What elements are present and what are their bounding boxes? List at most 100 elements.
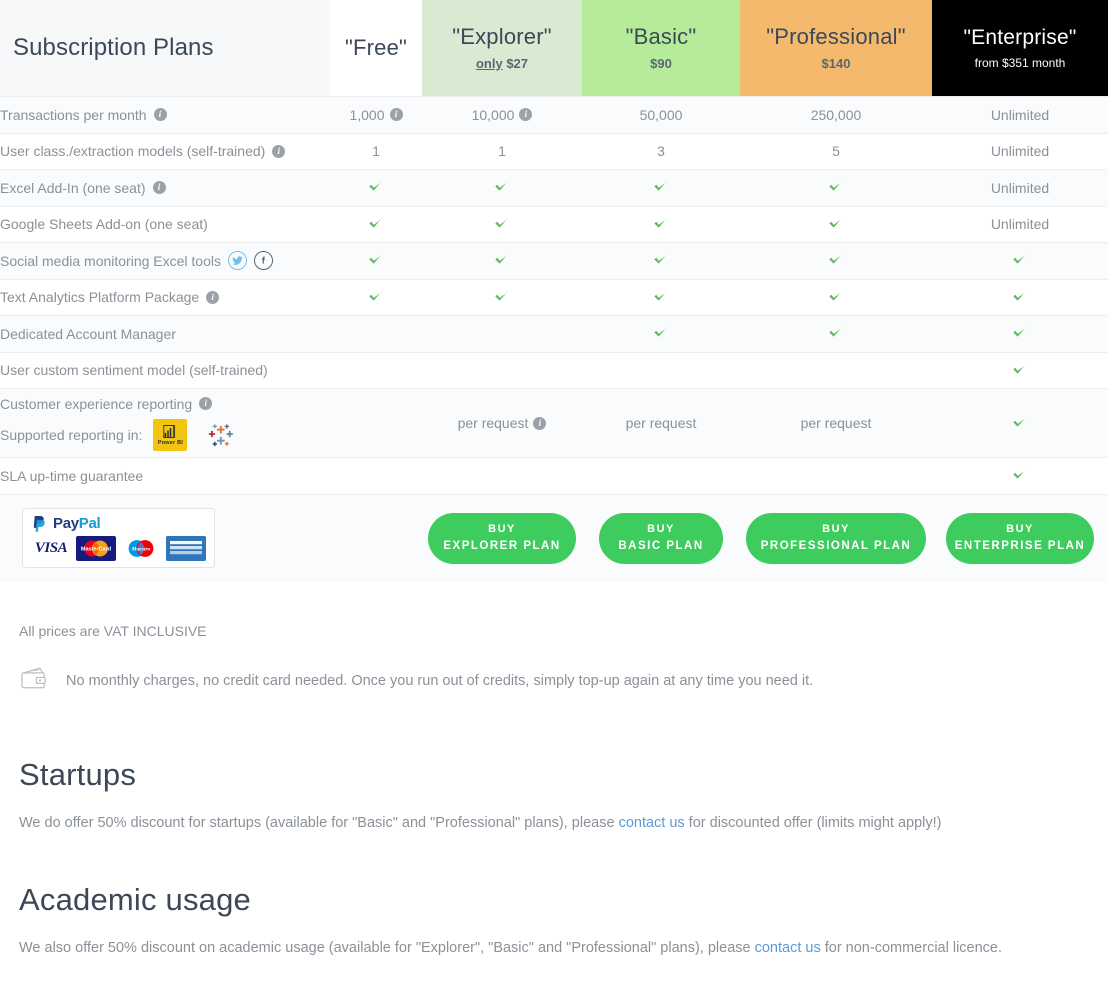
check-icon — [1011, 250, 1029, 268]
plan-price-enterprise: from $351 month — [974, 55, 1066, 70]
value-cell-explorer — [422, 242, 582, 279]
info-icon[interactable]: i — [533, 416, 547, 430]
pricing-page: Subscription Plans "Free" "Explorer" onl… — [0, 0, 1108, 986]
buy-cell-professional: BUY PROFESSIONAL PLAN — [740, 493, 932, 582]
paypal-label-pal: Pal — [78, 515, 101, 533]
plan-header-explorer: "Explorer" only $27 — [422, 0, 582, 97]
feature-label: Excel Add-In (one seat) — [0, 179, 146, 196]
table-row: Customer experience reporting i Supporte… — [0, 388, 1108, 458]
buy-enterprise-plan-button[interactable]: BUY ENTERPRISE PLAN — [946, 512, 1094, 564]
plan-name-professional: "Professional" — [766, 24, 906, 50]
table-title-cell: Subscription Plans — [0, 0, 330, 97]
buy-button-line2: EXPLORER PLAN — [443, 539, 561, 552]
feature-label: Customer experience reporting — [0, 395, 193, 412]
facebook-icon[interactable] — [254, 251, 273, 271]
amex-card-icon — [166, 536, 206, 562]
value-cell-professional: per request — [740, 388, 932, 458]
feature-label: Google Sheets Add-on (one seat) — [0, 216, 208, 233]
feature-label: Transactions per month — [0, 106, 147, 123]
check-icon — [652, 214, 670, 232]
buy-button-line1: BUY — [1006, 522, 1034, 535]
academic-contact-us-link[interactable]: contact us — [755, 940, 821, 956]
check-icon — [652, 250, 670, 268]
buy-button-line1: BUY — [822, 522, 850, 535]
value-cell-free — [330, 206, 422, 243]
subscription-plans-table: Subscription Plans "Free" "Explorer" onl… — [0, 0, 1108, 582]
info-icon[interactable]: i — [152, 181, 166, 195]
info-icon[interactable]: i — [206, 290, 220, 304]
maestro-card-icon: Maestro — [121, 536, 161, 562]
value-cell-basic — [582, 169, 740, 206]
value-cell-basic: per request — [582, 388, 740, 458]
visa-card-icon: VISA — [31, 536, 71, 562]
feature-cell: Dedicated Account Manager — [0, 315, 330, 352]
plan-header-basic: "Basic" $90 — [582, 0, 740, 97]
startups-contact-us-link[interactable]: contact us — [619, 815, 685, 831]
value-cell-professional — [740, 352, 932, 389]
value-cell-explorer — [422, 352, 582, 389]
table-body: Transactions per month i 1,000 i 10,000 … — [0, 96, 1108, 582]
value-cell-explorer — [422, 315, 582, 352]
feature-cell: User class./extraction models (self-trai… — [0, 133, 330, 170]
svg-text:MasterCard: MasterCard — [81, 547, 111, 553]
plan-header-professional: "Professional" $140 — [740, 0, 932, 97]
payment-methods: PayPal VISA MasterCard Maestro — [22, 508, 215, 569]
info-icon[interactable]: i — [389, 108, 403, 122]
value-cell-explorer: 10,000 i — [422, 96, 582, 133]
value-cell-free — [330, 388, 422, 458]
value-cell-explorer — [422, 279, 582, 316]
value-cell-free: 1,000 i — [330, 96, 422, 133]
mastercard-card-icon: MasterCard — [76, 536, 116, 562]
check-icon — [1011, 465, 1029, 483]
check-icon — [493, 250, 511, 268]
table-row: Google Sheets Add-on (one seat) Unlimite… — [0, 206, 1108, 243]
check-icon — [652, 287, 670, 305]
plan-price-explorer: only $27 — [476, 56, 528, 71]
value-cell-explorer — [422, 169, 582, 206]
plan-name-basic: "Basic" — [625, 24, 697, 50]
buy-explorer-plan-button[interactable]: BUY EXPLORER PLAN — [428, 512, 576, 564]
value-text: per request — [457, 415, 529, 431]
buy-cell-enterprise: BUY ENTERPRISE PLAN — [932, 493, 1108, 582]
info-icon[interactable]: i — [153, 108, 167, 122]
buy-button-line2: BASIC PLAN — [618, 539, 704, 552]
buy-cell-basic: BUY BASIC PLAN — [582, 493, 740, 582]
value-cell-free — [330, 315, 422, 352]
academic-text: We also offer 50% discount on academic u… — [19, 940, 1002, 956]
value-cell-basic: 50,000 — [582, 96, 740, 133]
feature-cell: Transactions per month i — [0, 96, 330, 133]
info-icon[interactable]: i — [519, 108, 533, 122]
power-bi-icon: Power BI — [153, 418, 188, 451]
value-cell-free — [330, 458, 422, 495]
table-row: Dedicated Account Manager — [0, 315, 1108, 352]
plan-header-free: "Free" — [330, 0, 422, 97]
table-row: User class./extraction models (self-trai… — [0, 133, 1108, 170]
info-icon[interactable]: i — [199, 397, 213, 410]
buy-basic-plan-button[interactable]: BUY BASIC PLAN — [599, 512, 723, 564]
check-icon — [652, 177, 670, 195]
value-cell-enterprise: Unlimited — [932, 169, 1108, 206]
value-cell-basic — [582, 315, 740, 352]
credits-text: No monthly charges, no credit card neede… — [66, 672, 814, 689]
paypal-icon — [33, 515, 45, 532]
value-cell-enterprise: Unlimited — [990, 216, 1050, 233]
table-row: User custom sentiment model (self-traine… — [0, 352, 1108, 389]
buy-professional-plan-button[interactable]: BUY PROFESSIONAL PLAN — [746, 512, 926, 564]
value-cell-enterprise — [932, 279, 1108, 316]
feature-cell: Social media monitoring Excel tools — [0, 242, 330, 279]
credits-note: No monthly charges, no credit card neede… — [19, 665, 813, 696]
startups-text-after: for discounted offer (limits might apply… — [684, 815, 942, 831]
feature-label: Dedicated Account Manager — [0, 325, 176, 342]
table-row: Excel Add-In (one seat) i Unlimited — [0, 169, 1108, 206]
visa-label: VISA — [34, 540, 68, 557]
paypal-label-pay: Pay — [53, 515, 79, 533]
value-cell-professional: 5 — [832, 143, 840, 160]
value-cell-free — [330, 169, 422, 206]
feature-label-secondary: Supported reporting in: — [0, 426, 143, 443]
value-cell-free — [330, 279, 422, 316]
info-icon[interactable]: i — [272, 144, 286, 158]
value-cell-explorer: 1 — [498, 143, 506, 160]
check-icon — [493, 177, 511, 195]
check-icon — [827, 177, 845, 195]
twitter-icon[interactable] — [228, 251, 247, 271]
